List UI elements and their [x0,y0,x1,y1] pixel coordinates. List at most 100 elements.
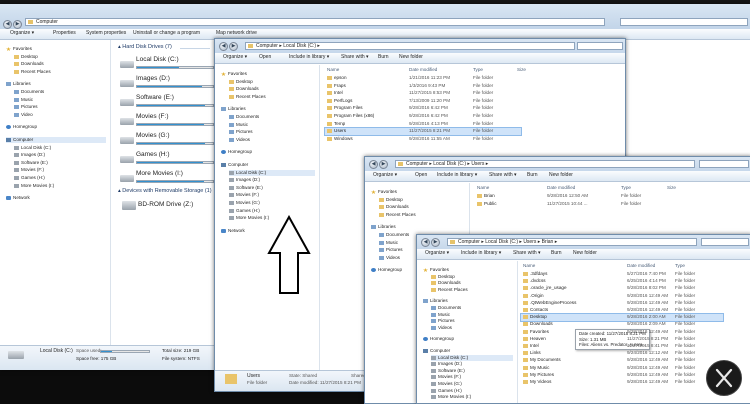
nav-item-local-disk-c[interactable]: Local Disk (C:) [14,145,51,151]
organize-button[interactable]: Organize ▾ [373,171,397,180]
nav-item-desktop[interactable]: Desktop [431,274,455,280]
nav-item-movies-g[interactable]: Movies (G:) [431,381,462,387]
drive-name-more-movies-i[interactable]: More Movies (I:) [136,170,183,177]
organize-button[interactable]: Organize ▾ [425,249,449,258]
nav-item-documents[interactable]: Documents [431,305,461,311]
share-with-button[interactable]: Share with ▾ [513,249,541,258]
nav-item-videos[interactable]: Videos [431,325,452,331]
nav-item-documents[interactable]: Documents [229,114,259,120]
file-name[interactable]: Heaven [530,336,546,342]
nav-item-recent-places[interactable]: Recent Places [14,69,51,75]
nav-item-homegroup[interactable]: Homegroup [221,149,252,155]
drive-name-games-h[interactable]: Games (H:) [136,151,170,158]
col-name-header[interactable]: Name [477,185,489,190]
file-name[interactable]: Intel [334,90,343,96]
back-button[interactable]: ◀ [421,238,430,247]
drive-name-local-disk-c[interactable]: Local Disk (C:) [136,56,179,63]
nav-item-images-d[interactable]: Images (D:) [14,152,45,158]
nav-item-downloads[interactable]: Downloads [14,61,44,67]
nav-item-homegroup[interactable]: Homegroup [371,267,402,273]
nav-item-images-d[interactable]: Images (D:) [431,361,462,367]
map-network-drive-button[interactable]: Map network drive [216,29,257,38]
nav-item-pictures[interactable]: Pictures [229,129,253,135]
open-button[interactable]: Open [259,53,271,62]
search-box[interactable] [620,18,748,26]
file-name[interactable]: .Origin [530,293,544,299]
nav-item-videos[interactable]: Videos [229,137,250,143]
nav-item-pictures[interactable]: Pictures [431,318,455,324]
nav-item-recent-places[interactable]: Recent Places [229,94,266,100]
nav-item-computer[interactable]: Computer [423,348,450,354]
file-name[interactable]: .dvdcss [530,278,546,284]
nav-item-network[interactable]: Network [221,228,245,234]
nav-item-desktop[interactable]: Desktop [14,54,38,60]
nav-item-libraries[interactable]: Libraries [371,224,396,230]
new-folder-button[interactable]: New folder [573,249,597,258]
nav-item-local-disk-c[interactable]: Local Disk (C:) [229,169,315,176]
burn-button[interactable]: Burn [378,53,389,62]
new-folder-button[interactable]: New folder [549,171,573,180]
back-button[interactable]: ◀ [219,42,228,51]
file-name[interactable]: Program Files (x86) [334,113,374,119]
include-library-button[interactable]: Include in library ▾ [289,53,329,62]
nav-item-music[interactable]: Music [14,97,33,103]
open-button[interactable]: Open [415,171,427,180]
nav-item-pictures[interactable]: Pictures [379,247,403,253]
nav-item-favorites[interactable]: Favorites [423,267,449,273]
nav-item-network[interactable]: Network [6,195,30,201]
nav-item-downloads[interactable]: Downloads [431,280,461,286]
nav-item-music[interactable]: Music [229,122,248,128]
include-library-button[interactable]: Include in library ▾ [461,249,501,258]
back-button[interactable]: ◀ [3,20,12,29]
file-name[interactable]: My Documents [530,357,561,363]
nav-item-computer[interactable]: Computer [221,162,248,168]
nav-item-homegroup[interactable]: Homegroup [6,124,37,130]
file-name[interactable]: Windows [334,136,353,142]
nav-item-recent-places[interactable]: Recent Places [431,287,468,293]
nav-item-favorites[interactable]: Favorites [221,71,247,77]
organize-button[interactable]: Organize ▾ [223,53,247,62]
col-size-header[interactable]: Size [667,185,676,190]
bd-rom-drive[interactable]: BD-ROM Drive (Z:) [138,201,193,208]
drive-name-images-d[interactable]: Images (D:) [136,75,170,82]
drive-name-movies-g[interactable]: Movies (G:) [136,132,170,139]
nav-item-homegroup[interactable]: Homegroup [423,336,454,342]
file-name[interactable]: Intel [530,343,539,349]
nav-item-libraries[interactable]: Libraries [6,81,31,87]
col-date-header[interactable]: Date modified [627,263,655,268]
forward-button[interactable]: ▶ [229,42,238,51]
file-name[interactable]: Temp [334,121,345,127]
nav-item-desktop[interactable]: Desktop [229,79,253,85]
nav-item-movies-f[interactable]: Movies (F:) [229,192,259,198]
file-name[interactable]: Favorites [530,329,549,335]
drive-name-movies-f[interactable]: Movies (F:) [136,113,169,120]
file-name[interactable]: My Pictures [530,372,554,378]
file-name[interactable]: My Videos [530,379,551,385]
col-name-header[interactable]: Name [327,67,339,72]
col-type-header[interactable]: Type [675,263,685,268]
system-properties-button[interactable]: System properties [86,29,126,38]
nav-item-games-h[interactable]: Games (H:) [229,208,260,214]
uninstall-program-button[interactable]: Uninstall or change a program [133,29,200,38]
nav-item-local-disk-c[interactable]: Local Disk (C:) [431,354,513,361]
address-bar[interactable]: Computer ▸ Local Disk (C:) ▸ Users ▸ [395,160,695,168]
nav-item-libraries[interactable]: Libraries [423,298,448,304]
file-name[interactable]: Program Files [334,105,363,111]
file-name[interactable]: Contacts [530,307,548,313]
col-date-header[interactable]: Date modified [547,185,575,190]
nav-item-favorites[interactable]: Favorites [6,46,32,52]
nav-item-recent-places[interactable]: Recent Places [379,212,416,218]
file-name[interactable]: PerfLogs [334,98,352,104]
drive-name-software-e[interactable]: Software (E:) [136,94,174,101]
file-name[interactable]: epson [334,75,347,81]
nav-item-documents[interactable]: Documents [379,232,409,238]
nav-item-games-h[interactable]: Games (H:) [431,388,462,394]
address-bar[interactable]: Computer [25,18,605,26]
file-name[interactable]: Links [530,350,541,356]
search-box[interactable] [577,42,623,50]
search-box[interactable] [701,238,749,246]
nav-item-more-movies-i[interactable]: More Movies (I:) [14,183,54,189]
nav-item-video[interactable]: Video [14,112,33,118]
col-type-header[interactable]: Type [473,67,483,72]
nav-item-documents[interactable]: Documents [14,89,44,95]
